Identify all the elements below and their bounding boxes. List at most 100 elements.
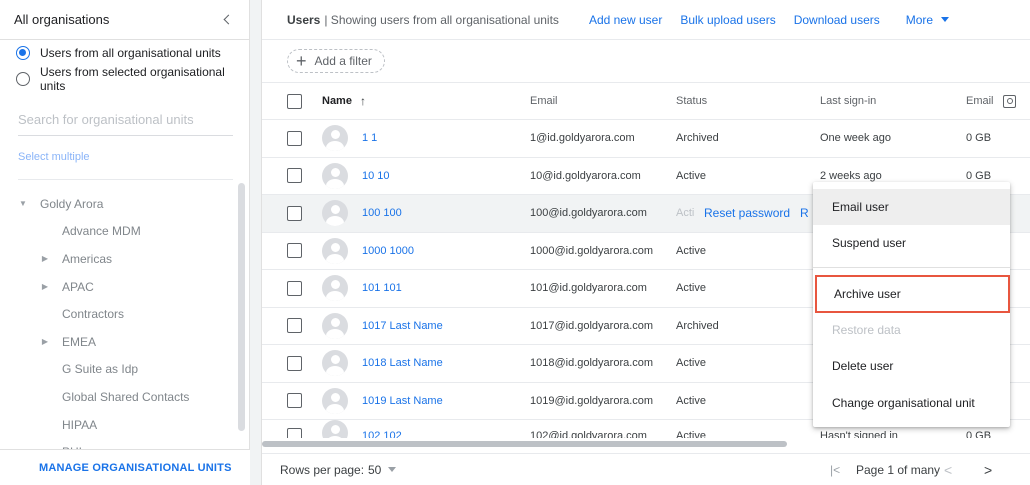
rows-per-page-select[interactable]: 50 — [368, 463, 397, 477]
bulk-upload-users-link[interactable]: Bulk upload users — [680, 13, 775, 27]
row-checkbox[interactable] — [287, 168, 302, 184]
email-usage-column-header[interactable]: Email u — [966, 95, 994, 107]
status-column-header[interactable]: Status — [676, 95, 707, 107]
row-inline-actions: Reset password Rena — [704, 206, 809, 220]
menu-divider — [813, 267, 1010, 268]
user-name-link[interactable]: 101 101 — [362, 282, 402, 294]
page-indicator: Page 1 of many — [856, 462, 941, 477]
rename-link[interactable]: Rena — [800, 206, 809, 220]
download-users-link[interactable]: Download users — [794, 13, 880, 27]
reset-password-link[interactable]: Reset password — [704, 206, 790, 220]
sort-ascending-icon[interactable]: ↑ — [360, 94, 366, 108]
table-row[interactable]: 1 1 1@id.goldyarora.com Archived One wee… — [262, 120, 1030, 158]
change-org-unit-menu-item[interactable]: Change organisational unit — [813, 385, 1010, 421]
table-header-row: Name ↑ Email Status Last sign-in Email u — [262, 83, 1030, 120]
caret-down-icon[interactable]: ▼ — [16, 199, 30, 208]
org-search-input[interactable]: Search for organisational units — [18, 112, 233, 136]
plus-icon: + — [296, 51, 307, 71]
tree-item-gsuite-idp[interactable]: G Suite as Idp — [0, 356, 249, 384]
tree-item-goldy-arora[interactable]: ▼ Goldy Arora — [0, 190, 249, 218]
tree-item-label: EMEA — [62, 334, 97, 349]
user-status: Archived — [676, 319, 719, 332]
row-checkbox[interactable] — [287, 355, 302, 371]
select-multiple-link[interactable]: Select multiple — [18, 151, 233, 180]
user-status: Active — [676, 169, 706, 182]
column-settings-icon[interactable] — [1003, 94, 1016, 108]
radio-empty-icon[interactable] — [16, 72, 30, 86]
user-storage: 0 GB — [966, 132, 992, 145]
row-checkbox[interactable] — [287, 280, 302, 296]
row-checkbox[interactable] — [287, 130, 302, 146]
org-sidebar: All organisations Users from all organis… — [0, 0, 250, 485]
org-tree: ▼ Goldy Arora Advance MDM ▶ Americas ▶ A… — [0, 190, 249, 466]
user-name-link[interactable]: 1018 Last Name — [362, 357, 443, 369]
row-checkbox[interactable] — [287, 428, 302, 438]
tree-item-global-shared-contacts[interactable]: Global Shared Contacts — [0, 383, 249, 411]
add-filter-button[interactable]: + Add a filter — [287, 49, 385, 73]
horizontal-scrollbar[interactable] — [262, 441, 1030, 447]
caret-right-icon[interactable]: ▶ — [38, 337, 52, 346]
previous-page-icon[interactable]: < — [944, 462, 952, 478]
tree-item-emea[interactable]: ▶ EMEA — [0, 328, 249, 356]
caret-right-icon[interactable]: ▶ — [38, 282, 52, 291]
manage-org-units-link[interactable]: MANAGE ORGANISATIONAL UNITS — [39, 462, 232, 474]
user-email: 1018@id.goldyarora.com — [530, 357, 654, 370]
email-column-header[interactable]: Email — [530, 95, 558, 107]
radio-all-units[interactable]: Users from all organisational units — [0, 40, 249, 66]
avatar — [322, 275, 348, 302]
row-checkbox[interactable] — [287, 393, 302, 409]
dropdown-arrow-icon — [388, 467, 397, 472]
radio-selected-icon[interactable] — [16, 46, 30, 60]
add-new-user-link[interactable]: Add new user — [589, 13, 662, 27]
tree-item-label: Goldy Arora — [40, 196, 104, 211]
user-name-link[interactable]: 10 10 — [362, 170, 390, 182]
avatar — [322, 125, 348, 152]
archive-user-menu-item[interactable]: Archive user — [815, 275, 1010, 313]
user-name-link[interactable]: 1000 1000 — [362, 245, 414, 257]
user-status: Active — [676, 282, 706, 295]
name-column-header[interactable]: Name ↑ — [322, 94, 366, 108]
delete-user-menu-item[interactable]: Delete user — [813, 348, 1010, 384]
name-header-label: Name — [322, 95, 352, 107]
last-signin-column-header[interactable]: Last sign-in — [820, 95, 876, 107]
user-name-link[interactable]: 1019 Last Name — [362, 395, 443, 407]
sidebar-footer: MANAGE ORGANISATIONAL UNITS — [0, 449, 250, 485]
admin-console-users: All organisations Users from all organis… — [0, 0, 1030, 485]
tree-item-advance-mdm[interactable]: Advance MDM — [0, 218, 249, 246]
first-page-icon[interactable]: |< — [830, 463, 840, 477]
tree-item-label: HIPAA — [62, 417, 98, 432]
tree-item-label: Global Shared Contacts — [62, 389, 190, 404]
user-status: Archived — [676, 132, 719, 145]
tree-item-apac[interactable]: ▶ APAC — [0, 273, 249, 301]
collapse-sidebar-icon[interactable] — [219, 12, 235, 28]
user-actions-menu: Email user Suspend user Archive user Res… — [813, 182, 1010, 427]
user-email: 10@id.goldyarora.com — [530, 169, 641, 182]
select-all-checkbox[interactable] — [287, 93, 302, 109]
more-menu-button[interactable]: More — [905, 12, 950, 27]
user-name-link[interactable]: 1017 Last Name — [362, 320, 443, 332]
user-status: Active — [676, 430, 706, 438]
email-user-menu-item[interactable]: Email user — [813, 189, 1010, 225]
row-checkbox[interactable] — [287, 205, 302, 221]
radio-selected-units[interactable]: Users from selected organisational units — [0, 65, 249, 93]
user-status: Active — [676, 357, 706, 370]
caret-right-icon[interactable]: ▶ — [38, 254, 52, 263]
row-checkbox[interactable] — [287, 318, 302, 334]
sidebar-scrollbar[interactable] — [238, 183, 245, 431]
more-label: More — [905, 12, 934, 27]
user-email: 1019@id.goldyarora.com — [530, 394, 654, 407]
tree-item-americas[interactable]: ▶ Americas — [0, 245, 249, 273]
sidebar-title: All organisations — [14, 12, 110, 27]
suspend-user-menu-item[interactable]: Suspend user — [813, 225, 1010, 261]
tree-item-contractors[interactable]: Contractors — [0, 300, 249, 328]
user-last-signin: One week ago — [820, 132, 891, 145]
tree-item-hipaa[interactable]: HIPAA — [0, 411, 249, 439]
next-page-icon[interactable]: > — [984, 462, 992, 478]
row-checkbox[interactable] — [287, 243, 302, 259]
pagination-bar: Rows per page: 50 |< Page 1 of many < > — [262, 453, 1030, 485]
user-name-link[interactable]: 100 100 — [362, 207, 402, 219]
scrollbar-thumb[interactable] — [262, 441, 787, 447]
user-name-link[interactable]: 1 1 — [362, 132, 377, 144]
user-name-link[interactable]: 102 102 — [362, 430, 402, 438]
avatar — [322, 312, 348, 339]
